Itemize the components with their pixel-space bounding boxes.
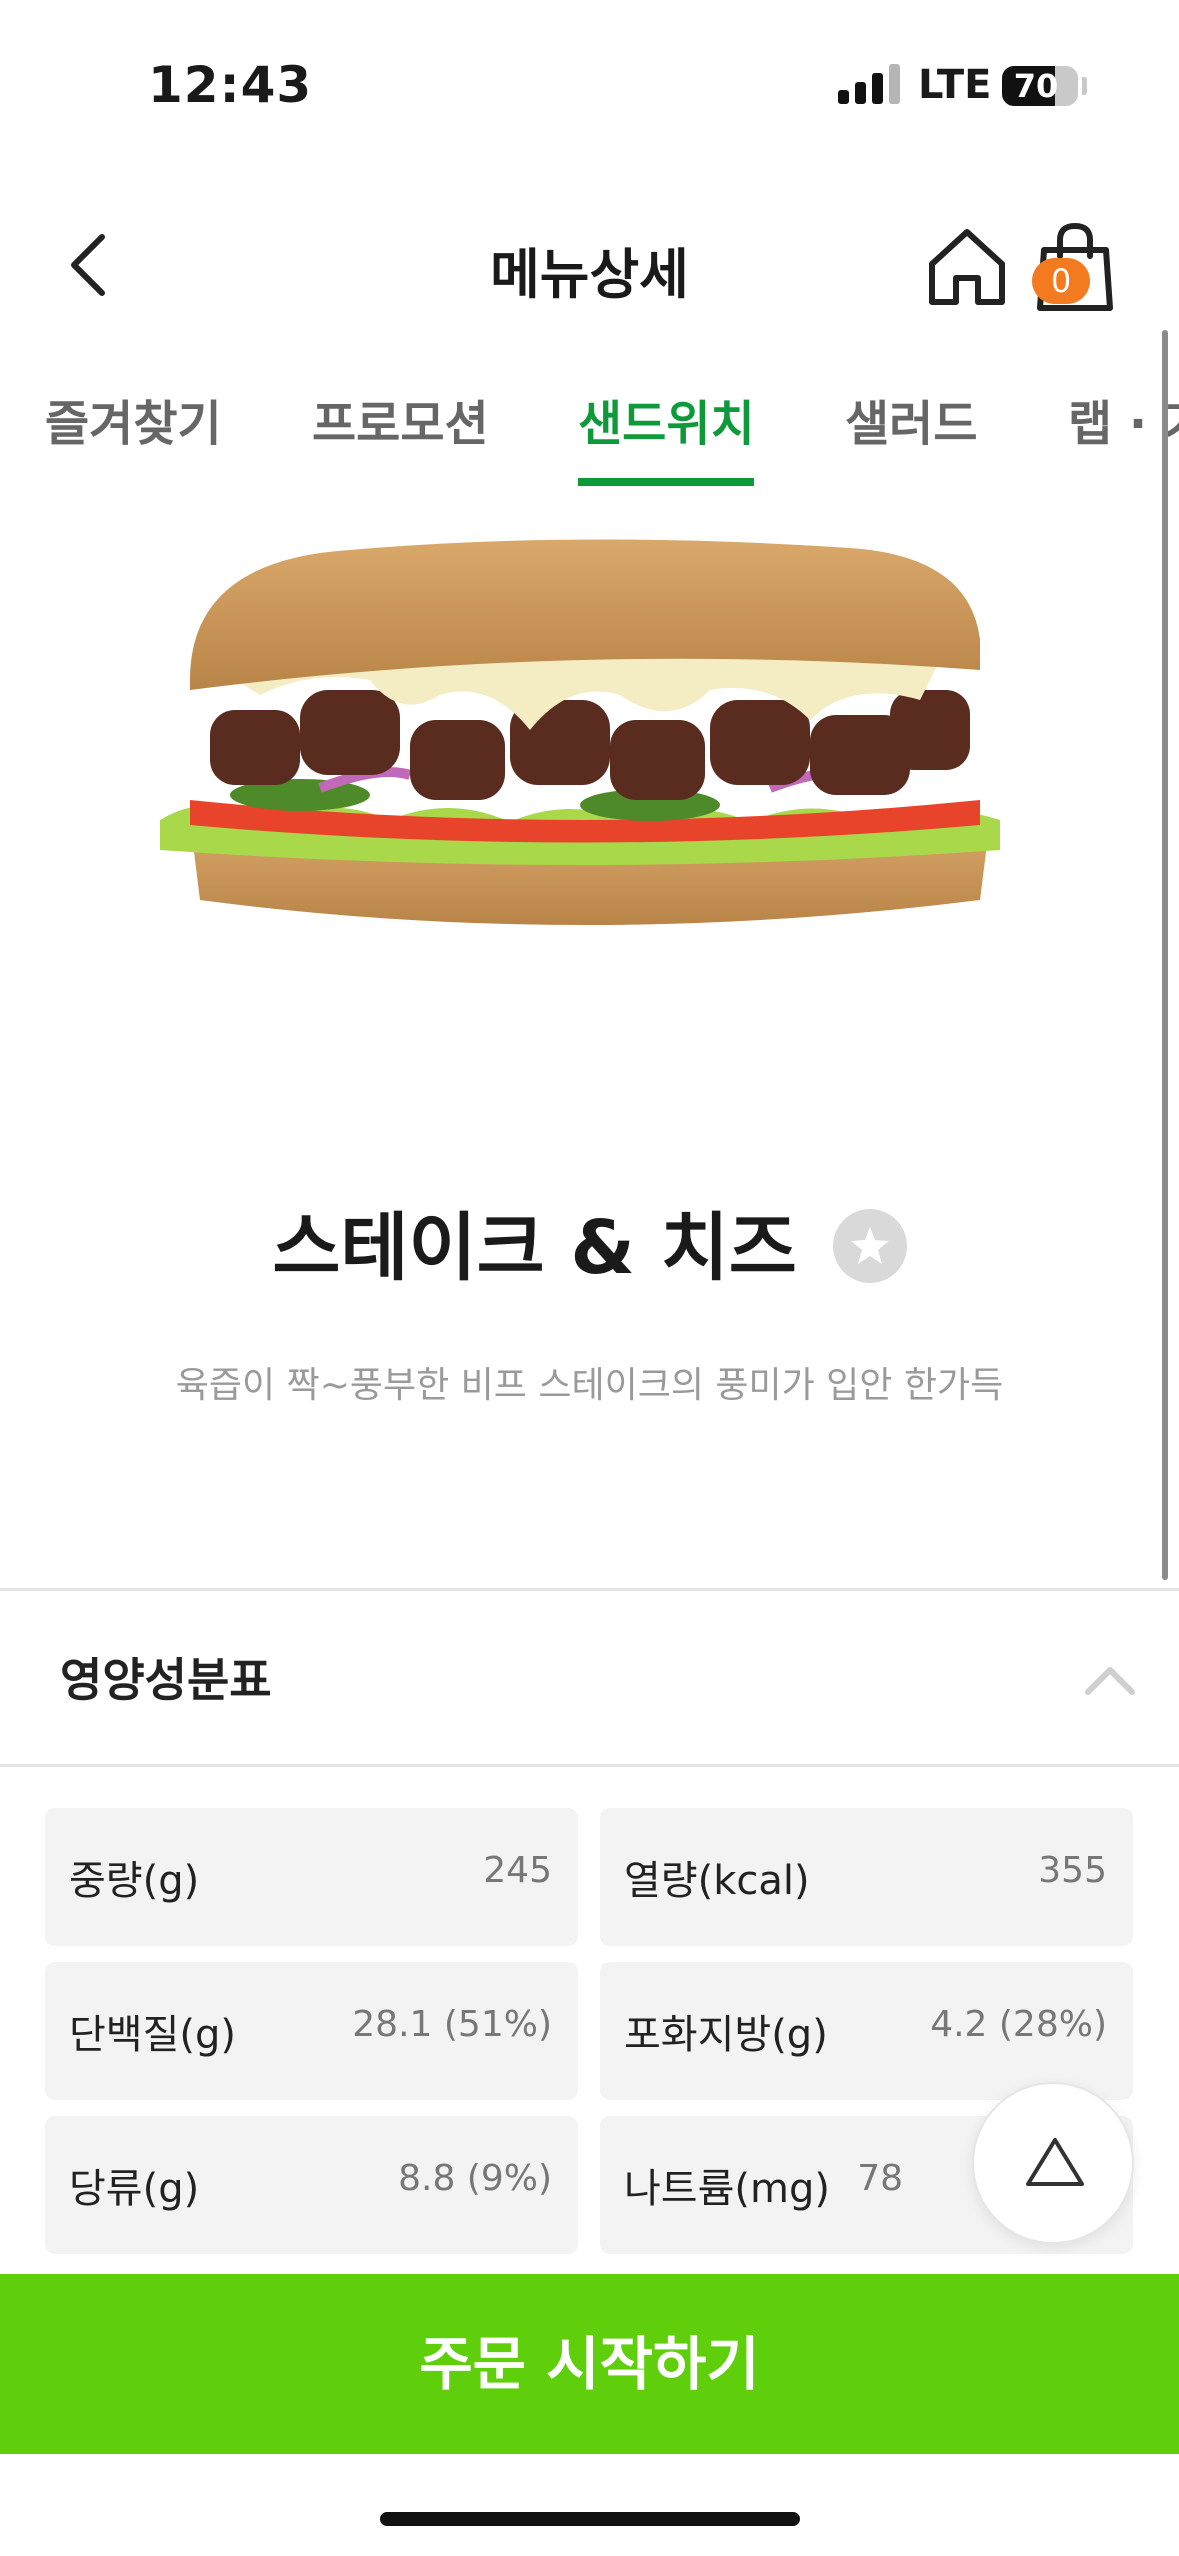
nutrition-value: 355 (1038, 1850, 1107, 1891)
nutrition-item: 단백질(g) 28.1 (51%) (45, 1962, 578, 2100)
tab-sandwich[interactable]: 샌드위치 (578, 384, 755, 454)
nutrition-label: 나트륨(mg) (624, 2166, 830, 2212)
nutrition-item: 중량(g) 245 (45, 1808, 578, 1946)
battery-percent: 70 (1013, 67, 1059, 105)
battery-icon: 70 (1002, 66, 1078, 106)
cart-count-badge: 0 (1032, 258, 1090, 304)
nutrition-label: 당류(g) (69, 2166, 200, 2212)
nutrition-label: 포화지방(g) (624, 2012, 828, 2058)
nutrition-value: 8.8 (9%) (398, 2158, 552, 2199)
bottom-safe-area (0, 2454, 1179, 2556)
nutrition-value: 28.1 (51%) (352, 2004, 552, 2045)
tab-promotion[interactable]: 프로모션 (312, 384, 489, 454)
network-label: LTE (918, 62, 992, 108)
home-indicator (380, 2512, 800, 2526)
home-button[interactable] (922, 222, 1012, 312)
status-bar: 12:43 LTE 70 (0, 0, 1179, 170)
chevron-up-icon (1085, 1667, 1135, 1695)
nutrition-label: 단백질(g) (69, 2012, 237, 2058)
product-name: 스테이크 & 치즈 (272, 1205, 797, 1291)
triangle-up-icon (1026, 2138, 1084, 2186)
nutrition-item: 당류(g) 8.8 (9%) (45, 2116, 578, 2254)
home-icon (929, 229, 1005, 305)
order-start-button[interactable]: 주문 시작하기 (0, 2274, 1179, 2454)
nutrition-value: 4.2 (28%) (930, 2004, 1107, 2045)
product-description: 육즙이 짝~풍부한 비프 스테이크의 풍미가 입안 한가득 (175, 1365, 1004, 1406)
product-name-row: 스테이크 & 치즈 (0, 1188, 1179, 1295)
nutrition-label: 중량(g) (69, 1858, 200, 1904)
active-tab-indicator (578, 478, 754, 486)
favorite-button[interactable] (832, 1209, 907, 1284)
nutrition-accordion-header[interactable]: 영양성분표 (0, 1590, 1179, 1764)
scroll-to-top-button[interactable] (972, 2082, 1134, 2244)
status-time: 12:43 (148, 56, 313, 114)
tab-favorites[interactable]: 즐겨찾기 (45, 384, 222, 454)
signal-icon (838, 64, 902, 104)
nutrition-item: 포화지방(g) 4.2 (28%) (600, 1962, 1133, 2100)
battery-nub (1082, 77, 1087, 95)
nutrition-title: 영양성분표 (60, 1653, 272, 1707)
product-image (150, 520, 1010, 960)
nutrition-label: 열량(kcal) (624, 1858, 810, 1904)
header: 메뉴상세 (0, 190, 1179, 340)
category-tabs: 즐겨찾기 프로모션 샌드위치 샐러드 랩 · 기 (0, 370, 1179, 490)
nutrition-value: 78 (857, 2158, 903, 2199)
nutrition-item: 열량(kcal) 355 (600, 1808, 1133, 1946)
nutrition-divider (0, 1764, 1179, 1767)
star-icon (850, 1227, 889, 1265)
nutrition-value: 245 (483, 1850, 552, 1891)
tab-salad[interactable]: 샐러드 (845, 384, 977, 454)
